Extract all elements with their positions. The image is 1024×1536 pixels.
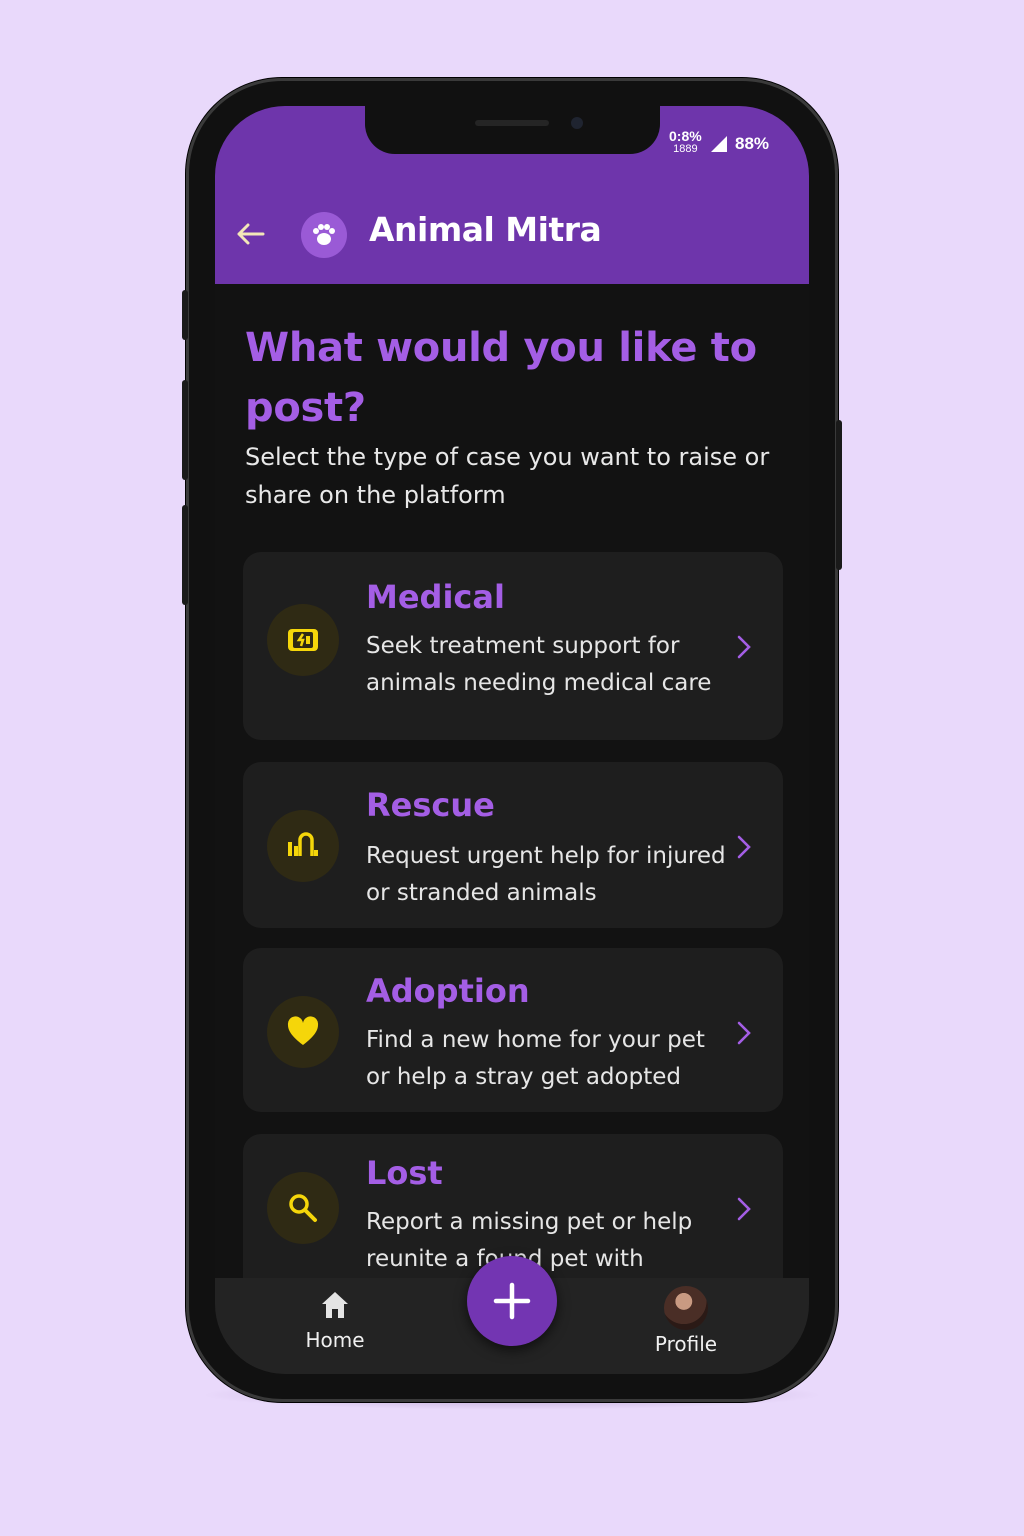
network-status: 0:8% 1889 [669,128,702,156]
nav-home[interactable]: Home [295,1288,375,1352]
network-rate: 0:8% [669,128,702,144]
speaker [475,120,549,126]
card-title: Medical [366,578,505,616]
chevron-right-icon [737,1197,751,1221]
card-title: Lost [366,1154,443,1192]
battery-level: 88% [735,134,770,153]
card-rescue[interactable]: Rescue Request urgent help for injured o… [243,762,783,928]
heart-icon [287,1016,319,1045]
card-medical[interactable]: Medical Seek treatment support for anima… [243,552,783,740]
chevron-right-icon [737,835,751,859]
card-title: Adoption [366,972,530,1010]
volume-up-button [182,380,188,480]
screen: 0:8% 1889 88% Animal Mitra What would yo… [215,106,809,1374]
add-post-button[interactable] [467,1256,557,1346]
power-button [836,420,842,570]
signal-icon [711,136,727,152]
nav-home-label: Home [305,1328,365,1352]
rescue-icon [288,832,318,856]
card-description: Find a new home for your pet or help a s… [366,1027,705,1090]
paw-icon [313,224,335,245]
home-icon [322,1292,348,1318]
notch [365,106,660,154]
card-adoption[interactable]: Adoption Find a new home for your pet or… [243,948,783,1112]
nav-profile-label: Profile [654,1332,718,1356]
chevron-right-icon [737,635,751,659]
card-description: Seek treatment support for animals needi… [366,633,712,696]
page-title: What would you like to post? [245,325,757,431]
app-logo [301,212,347,258]
rescue-icon-badge [267,810,339,882]
front-camera [571,117,583,129]
nav-profile[interactable]: Profile [643,1286,729,1356]
card-description: Request urgent help for injured or stran… [366,843,726,906]
chevron-right-icon [737,1021,751,1045]
page-subtitle: Select the type of case you want to rais… [245,443,770,509]
search-icon [289,1194,317,1222]
adoption-icon-badge [267,996,339,1068]
app-header: 0:8% 1889 88% Animal Mitra [215,106,809,284]
network-sub: 1889 [673,143,698,155]
mute-switch [182,290,188,340]
medical-kit-icon [288,629,318,651]
app-title: Animal Mitra [369,210,602,249]
volume-down-button [182,505,188,605]
back-arrow-icon[interactable] [233,216,269,252]
medical-icon-badge [267,604,339,676]
lost-icon-badge [267,1172,339,1244]
card-title: Rescue [366,786,495,824]
avatar [664,1286,708,1330]
card-description: Report a missing pet or help reunite a f… [366,1209,693,1272]
plus-icon [493,1282,531,1320]
